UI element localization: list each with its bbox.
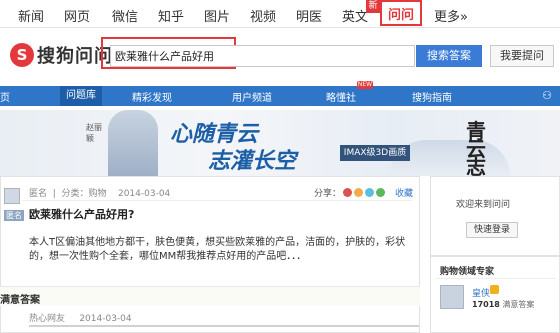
quick-login-button[interactable]: 快速登录 <box>466 222 518 238</box>
top-channel-nav: 新闻 网页 微信 知乎 图片 视频 明医 英文 问问 更多» <box>0 0 560 28</box>
expert-stat-label: 满意答案 <box>502 300 535 309</box>
channel-discoveries[interactable]: 精彩发现 <box>132 89 172 104</box>
answer-date: 2014-03-04 <box>79 314 132 324</box>
best-answer-heading: 满意答案 <box>0 295 40 306</box>
expert-name[interactable]: 皇侠 <box>472 286 490 299</box>
login-panel <box>430 176 560 256</box>
divider <box>22 200 412 201</box>
channel-luedongshe[interactable]: 略懂社 <box>326 89 356 104</box>
search-input[interactable] <box>110 45 415 67</box>
answer-text-preview <box>29 325 419 333</box>
qzone-icon[interactable] <box>354 188 364 197</box>
nav-doctor[interactable]: 明医 <box>296 6 322 25</box>
channel-users[interactable]: 用户频道 <box>232 89 272 104</box>
sogou-logo-icon: S <box>10 43 34 67</box>
channel-question-library[interactable]: 问题库 <box>60 86 102 106</box>
share-row: 分享： <box>314 186 386 199</box>
expert-stat-value: 17018 <box>472 300 500 309</box>
question-author: 匿名 <box>29 189 48 199</box>
banner-character-image <box>108 110 158 176</box>
channel-home-marker: 页 <box>0 93 10 104</box>
banner-imax-tag: IMAX级3D画质 <box>340 145 410 161</box>
user-icon[interactable]: ⚇ <box>542 89 552 102</box>
nav-more[interactable]: 更多» <box>434 6 468 25</box>
nav-video[interactable]: 视频 <box>250 6 276 25</box>
nav-news[interactable]: 新闻 <box>18 6 44 25</box>
channel-guide[interactable]: 搜狗指南 <box>412 89 452 104</box>
nav-web[interactable]: 网页 <box>64 6 90 25</box>
expert-badge-icon <box>490 285 499 294</box>
answer-author: 热心网友 <box>29 314 66 324</box>
ask-question-button[interactable]: 我要提问 <box>490 45 554 67</box>
promo-banner[interactable]: 赵丽颖 心随青云 志灌长空 IMAX级3D画质 青云志 <box>0 110 560 176</box>
qq-icon[interactable] <box>365 188 375 197</box>
channel-bar: 页 问题库 精彩发现 用户频道 略懂社 搜狗指南 ⚇ <box>0 86 560 106</box>
share-label: 分享： <box>314 189 342 199</box>
divider <box>436 278 556 279</box>
new-badge: 新 <box>366 0 380 13</box>
banner-signature: 赵丽颖 <box>86 123 102 143</box>
nav-english[interactable]: 英文 <box>342 6 368 25</box>
search-answers-button[interactable]: 搜索答案 <box>416 45 482 67</box>
welcome-text: 欢迎来到问问 <box>456 200 511 210</box>
banner-calligraphy: 青云志 <box>466 119 486 176</box>
question-title: 欧莱雅什么产品好用? <box>29 208 135 221</box>
banner-slogan-line2: 志灌长空 <box>208 148 297 174</box>
expert-stat: 17018 满意答案 <box>472 299 534 310</box>
active-tab-highlight <box>380 0 422 26</box>
weibo-icon[interactable] <box>343 188 353 197</box>
wechat-icon[interactable] <box>376 188 386 197</box>
nav-images[interactable]: 图片 <box>204 6 230 25</box>
question-date: 2014-03-04 <box>117 189 171 199</box>
nav-zhihu[interactable]: 知乎 <box>158 6 184 25</box>
sogou-wenwen-logo[interactable]: S 搜狗问问 <box>10 41 113 69</box>
avatar <box>4 188 20 204</box>
answer-meta: 热心网友 2014-03-04 <box>29 311 132 324</box>
question-category[interactable]: 分类：购物 <box>62 189 107 199</box>
answer-section-bar <box>0 286 420 306</box>
new-tag: NEW <box>357 81 373 89</box>
question-meta: 匿名 | 分类：购物 2014-03-04 <box>29 189 171 199</box>
question-body: 本人T区偏油其他地方都干，肤色便黄，想买些欧莱雅的产品，洁面的，护肤的，彩状的，… <box>29 237 406 262</box>
expert-heading: 购物领域专家 <box>440 267 495 277</box>
nav-wechat[interactable]: 微信 <box>112 6 138 25</box>
expert-avatar[interactable] <box>440 285 464 309</box>
favorite-link[interactable]: 收藏 <box>395 186 413 199</box>
avatar-label: 匿名 <box>4 210 24 221</box>
